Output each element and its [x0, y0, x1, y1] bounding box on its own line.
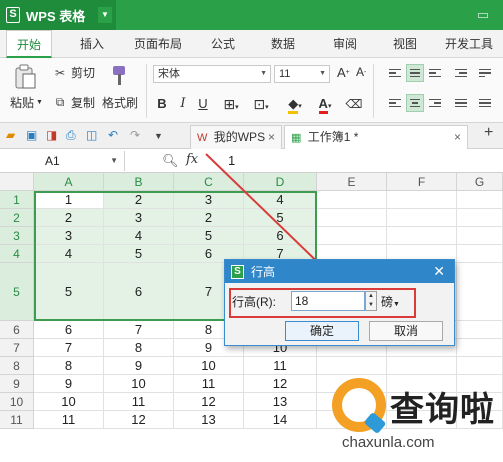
unit-select[interactable]: 磅▼: [381, 293, 400, 310]
row-height-stepper[interactable]: ▲ ▼: [365, 291, 377, 311]
dialog-title-bar: S 行高 ✕: [225, 260, 454, 283]
dialog-body: 行高(R): 18 ▲ ▼ 磅▼ 确定 取消: [225, 283, 454, 345]
wps-logo-icon: S: [231, 264, 244, 279]
unit-value: 磅: [381, 295, 394, 309]
watermark-url: chaxunla.com: [342, 434, 435, 451]
close-icon[interactable]: ✕: [433, 263, 445, 280]
watermark-text: 查询啦: [390, 390, 495, 430]
ok-button[interactable]: 确定: [285, 321, 359, 341]
row-height-dialog: S 行高 ✕ 行高(R): 18 ▲ ▼ 磅▼ 确定 取消: [224, 259, 455, 346]
watermark-logo: 查询啦 chaxunla.com: [328, 376, 503, 462]
row-height-label: 行高(R):: [232, 295, 276, 309]
row-height-input[interactable]: 18: [291, 291, 365, 311]
dialog-title: 行高: [251, 265, 276, 279]
cancel-button[interactable]: 取消: [369, 321, 443, 341]
